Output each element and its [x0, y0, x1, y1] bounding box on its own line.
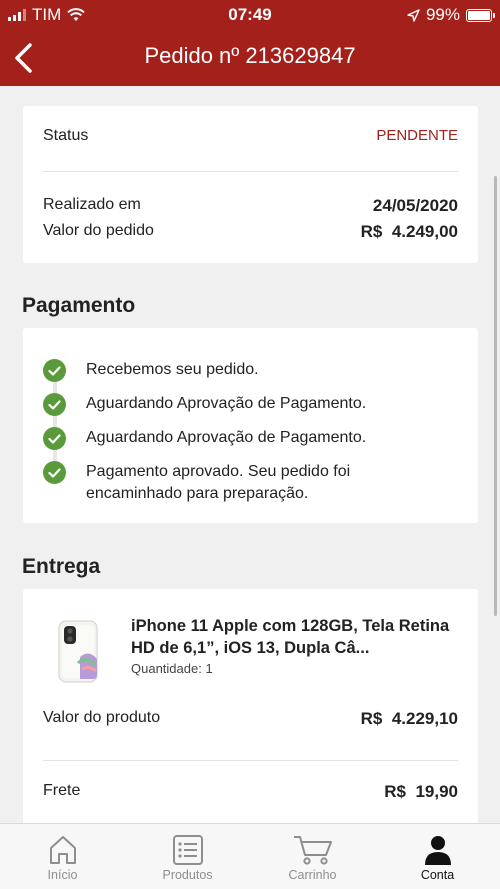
payment-section-title: Pagamento [22, 294, 136, 317]
product-name[interactable]: iPhone 11 Apple com 128GB, Tela Retina H… [131, 615, 451, 659]
payment-step-text: Aguardando Aprovação de Pagamento. [86, 429, 367, 446]
tab-produtos[interactable]: Produtos [125, 824, 250, 889]
check-icon [43, 427, 66, 450]
tab-label: Conta [420, 868, 455, 882]
order-detail-content[interactable]: Status PENDENTE Realizado em 24/05/2020 … [0, 86, 500, 823]
total-value: R$ 4.249,00 [360, 222, 458, 241]
status-bar: TIM 07:49 99% [0, 0, 500, 30]
page-title: Pedido nº 213629847 [144, 43, 356, 68]
battery-percent: 99% [425, 5, 460, 24]
tab-label: Início [47, 868, 78, 882]
tab-label: Carrinho [288, 868, 337, 882]
total-label: Valor do pedido [43, 222, 154, 239]
home-icon [49, 836, 76, 864]
list-icon [172, 835, 203, 865]
shipping-value: R$ 19,90 [384, 782, 458, 801]
payment-step: Aguardando Aprovação de Pagamento. [43, 427, 458, 450]
shipping-row: Frete R$ 19,90 [43, 782, 458, 802]
scrollbar[interactable] [494, 176, 497, 616]
status-badge: PENDENTE [376, 127, 458, 144]
payment-step: Aguardando Aprovação de Pagamento. [43, 393, 458, 416]
order-summary-card: Status PENDENTE Realizado em 24/05/2020 … [23, 106, 478, 263]
location-arrow-icon [407, 8, 420, 22]
payment-step-text: Recebemos seu pedido. [86, 361, 259, 378]
check-icon [43, 461, 66, 484]
product-image [58, 620, 98, 683]
date-row: Realizado em 24/05/2020 [43, 196, 458, 216]
payment-card: Recebemos seu pedido. Aguardando Aprovaç… [23, 328, 478, 523]
payment-step: Pagamento aprovado. Seu pedido foi encam… [43, 461, 458, 505]
check-icon [43, 359, 66, 382]
tab-conta[interactable]: Conta [375, 824, 500, 889]
product-value-label: Valor do produto [43, 709, 161, 726]
product-value: R$ 4.229,10 [360, 709, 458, 728]
user-icon [424, 836, 451, 865]
tab-carrinho[interactable]: Carrinho [250, 824, 375, 889]
total-row: Valor do pedido R$ 4.249,00 [43, 222, 458, 242]
cart-icon [293, 836, 332, 865]
payment-step: Recebemos seu pedido. [43, 359, 458, 382]
delivery-card: iPhone 11 Apple com 128GB, Tela Retina H… [23, 589, 478, 823]
status-row: Status PENDENTE [43, 127, 458, 145]
payment-step-text: Aguardando Aprovação de Pagamento. [86, 395, 367, 412]
tab-inicio[interactable]: Início [0, 824, 125, 889]
shipping-label: Frete [43, 782, 81, 799]
tab-label: Produtos [162, 868, 213, 882]
system-indicators: 99% [407, 5, 495, 25]
app-header: Pedido nº 213629847 [0, 30, 500, 86]
check-icon [43, 393, 66, 416]
product-value-row: Valor do produto R$ 4.229,10 [43, 709, 458, 729]
battery-icon [466, 8, 495, 22]
date-label: Realizado em [43, 196, 141, 213]
status-label: Status [43, 127, 89, 144]
delivery-section-title: Entrega [22, 555, 101, 578]
date-value: 24/05/2020 [372, 196, 458, 215]
tab-bar: Início Produtos Carrinho Conta [0, 823, 500, 889]
divider [43, 171, 458, 172]
product-quantity: Quantidade: 1 [131, 661, 213, 676]
divider [43, 760, 458, 761]
payment-step-text: Pagamento aprovado. Seu pedido foi encam… [86, 463, 351, 502]
